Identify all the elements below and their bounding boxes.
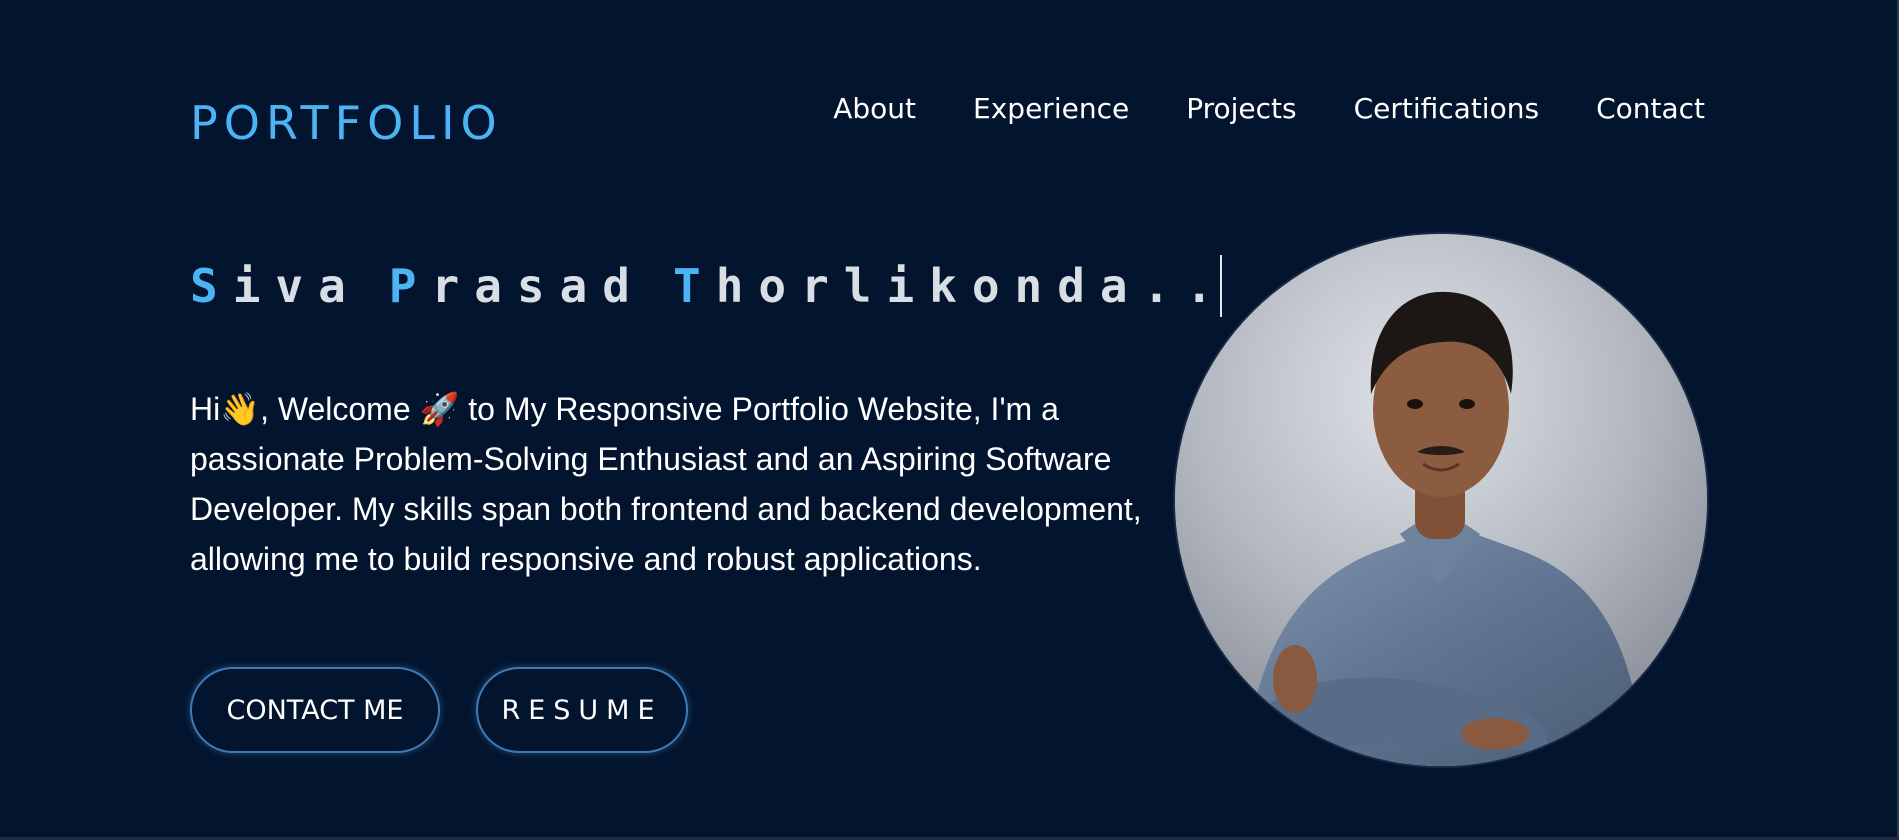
name-rest-last: horlikonda.. [715,259,1229,313]
name-initial-first: S [190,259,233,313]
resume-button[interactable]: RESUME [476,667,688,753]
name-initial-middle: P [388,259,432,313]
profile-portrait-illustration [1175,234,1707,766]
typed-name-heading: Siva Prasad Thorlikonda.. [190,255,1223,317]
intro-paragraph: Hi👋, Welcome 🚀 to My Responsive Portfoli… [190,391,1142,577]
nav-link-certifications[interactable]: Certifications [1354,92,1539,125]
name-initial-last: T [672,259,716,313]
name-rest-middle: rasad [431,259,645,313]
typing-cursor [1220,255,1223,317]
nav-link-about[interactable]: About [833,92,916,125]
nav-link-experience[interactable]: Experience [973,92,1129,125]
name-rest-first: iva [232,259,361,313]
site-logo[interactable]: PORTFOLIO [190,96,503,150]
nav-link-projects[interactable]: Projects [1186,92,1296,125]
nav-link-contact[interactable]: Contact [1596,92,1705,125]
main-nav: About Experience Projects Certifications… [833,92,1705,125]
contact-me-button[interactable]: CONTACT ME [190,667,440,753]
portfolio-page: PORTFOLIO About Experience Projects Cert… [0,0,1899,840]
profile-photo [1175,234,1707,766]
hero-actions: CONTACT ME RESUME [190,667,688,753]
